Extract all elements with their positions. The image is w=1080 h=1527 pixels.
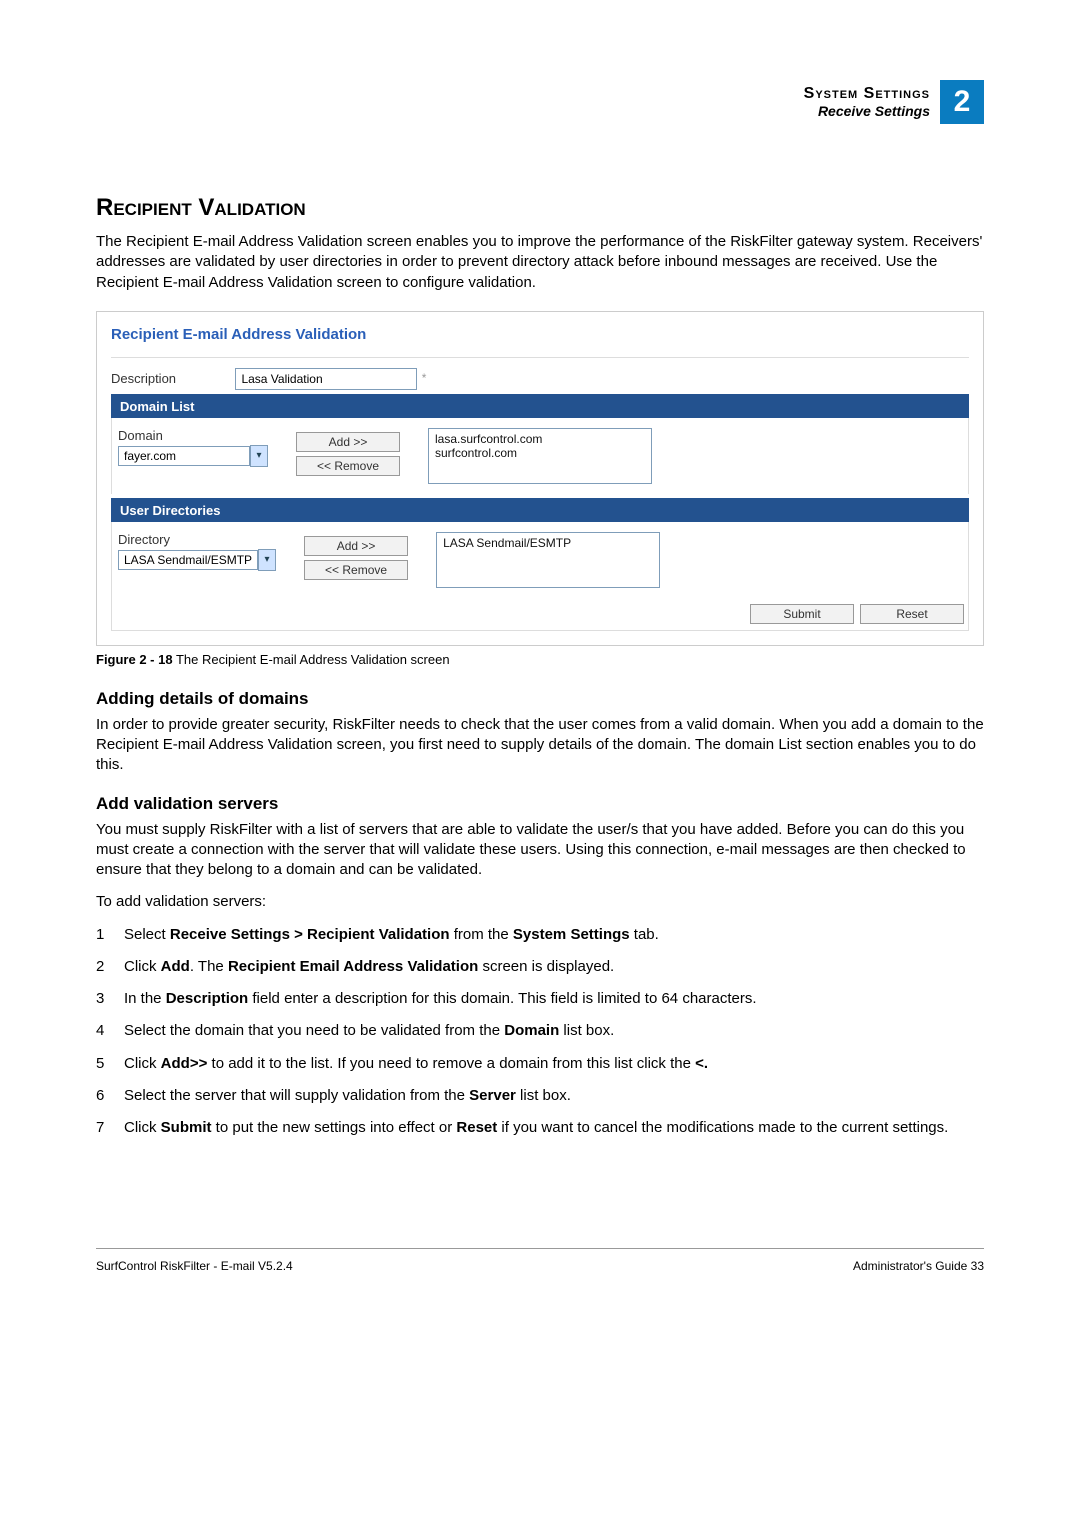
intro-paragraph: The Recipient E-mail Address Validation … (96, 232, 984, 293)
domain-list-bar: Domain List (111, 394, 969, 418)
subheading-validation: Add validation servers (96, 794, 984, 814)
directory-dropdown[interactable]: LASA Sendmail/ESMTP (118, 550, 258, 570)
step-item: 6Select the server that will supply vali… (96, 1086, 984, 1106)
paragraph: In order to provide greater security, Ri… (96, 715, 984, 776)
paragraph: You must supply RiskFilter with a list o… (96, 820, 984, 881)
section-heading: Recipient Validation (96, 194, 984, 222)
footer-right: Administrator's Guide 33 (853, 1259, 984, 1273)
screenshot-panel: Recipient E-mail Address Validation Desc… (96, 311, 984, 646)
remove-button[interactable]: << Remove (304, 560, 408, 580)
directory-listbox[interactable]: LASA Sendmail/ESMTP (436, 532, 660, 588)
add-button[interactable]: Add >> (304, 536, 408, 556)
step-item: 2Click Add. The Recipient Email Address … (96, 957, 984, 977)
step-item: 7Click Submit to put the new settings in… (96, 1118, 984, 1138)
header-title: System Settings (804, 85, 930, 103)
step-item: 5Click Add>> to add it to the list. If y… (96, 1054, 984, 1074)
step-item: 3In the Description field enter a descri… (96, 989, 984, 1009)
directory-label: Directory (118, 532, 276, 547)
header-subtitle: Receive Settings (804, 103, 930, 119)
steps-list: 1Select Receive Settings > Recipient Val… (96, 925, 984, 1139)
step-item: 1Select Receive Settings > Recipient Val… (96, 925, 984, 945)
list-item: surfcontrol.com (435, 446, 645, 460)
subheading-domains: Adding details of domains (96, 689, 984, 709)
remove-button[interactable]: << Remove (296, 456, 400, 476)
panel-title: Recipient E-mail Address Validation (111, 326, 969, 343)
footer-left: SurfControl RiskFilter - E-mail V5.2.4 (96, 1259, 293, 1273)
paragraph: To add validation servers: (96, 892, 984, 912)
chevron-down-icon[interactable]: ▾ (258, 549, 276, 571)
user-directories-bar: User Directories (111, 498, 969, 522)
add-button[interactable]: Add >> (296, 432, 400, 452)
description-input[interactable]: Lasa Validation (235, 368, 417, 390)
domain-label: Domain (118, 428, 268, 443)
page-footer: SurfControl RiskFilter - E-mail V5.2.4 A… (96, 1248, 984, 1273)
domain-listbox[interactable]: lasa.surfcontrol.com surfcontrol.com (428, 428, 652, 484)
chapter-badge: 2 (940, 80, 984, 124)
reset-button[interactable]: Reset (860, 604, 964, 624)
figure-caption: Figure 2 - 18 The Recipient E-mail Addre… (96, 652, 984, 667)
list-item: LASA Sendmail/ESMTP (443, 536, 653, 550)
domain-dropdown[interactable]: fayer.com (118, 446, 250, 466)
page-header: System Settings Receive Settings 2 (96, 80, 984, 124)
submit-button[interactable]: Submit (750, 604, 854, 624)
description-label: Description (111, 371, 231, 386)
step-item: 4Select the domain that you need to be v… (96, 1021, 984, 1041)
chevron-down-icon[interactable]: ▾ (250, 445, 268, 467)
list-item: lasa.surfcontrol.com (435, 432, 645, 446)
